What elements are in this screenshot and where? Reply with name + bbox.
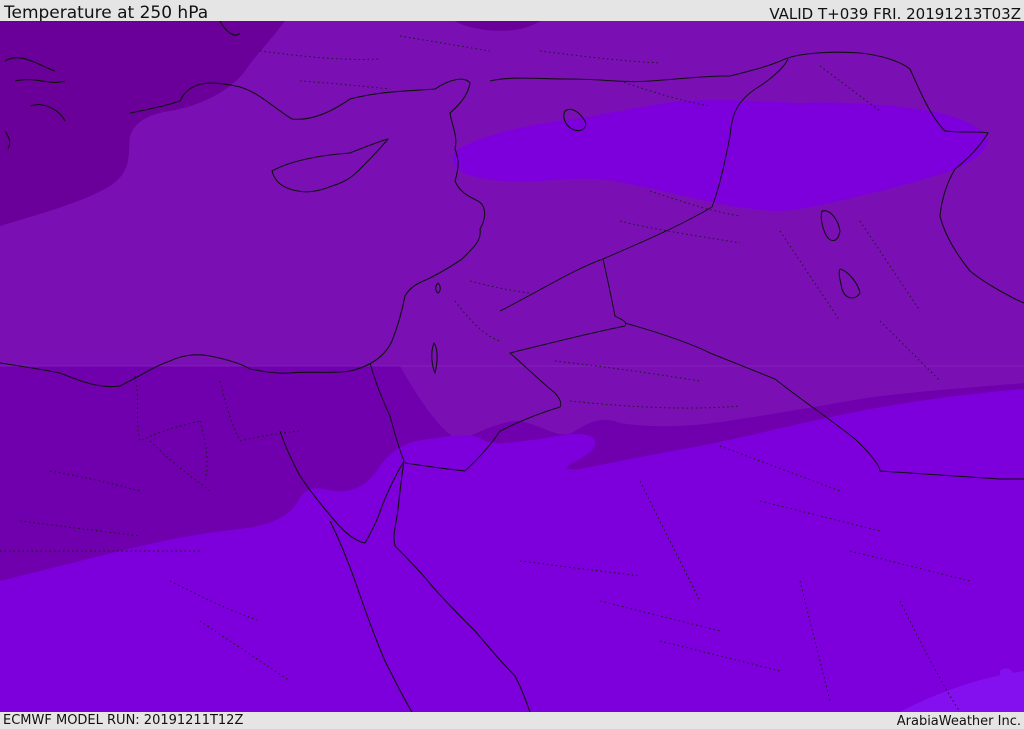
footer-bar: ECMWF MODEL RUN: 20191211T12Z ArabiaWeat…: [0, 712, 1024, 729]
header-bar: Temperature at 250 hPa VALID T+039 FRI. …: [0, 0, 1024, 23]
temperature-map[interactable]: [0, 21, 1024, 712]
credit-label: ArabiaWeather Inc.: [896, 714, 1021, 729]
weather-map-page: Temperature at 250 hPa VALID T+039 FRI. …: [0, 0, 1024, 729]
model-run-label: ECMWF MODEL RUN: 20191211T12Z: [3, 713, 244, 728]
